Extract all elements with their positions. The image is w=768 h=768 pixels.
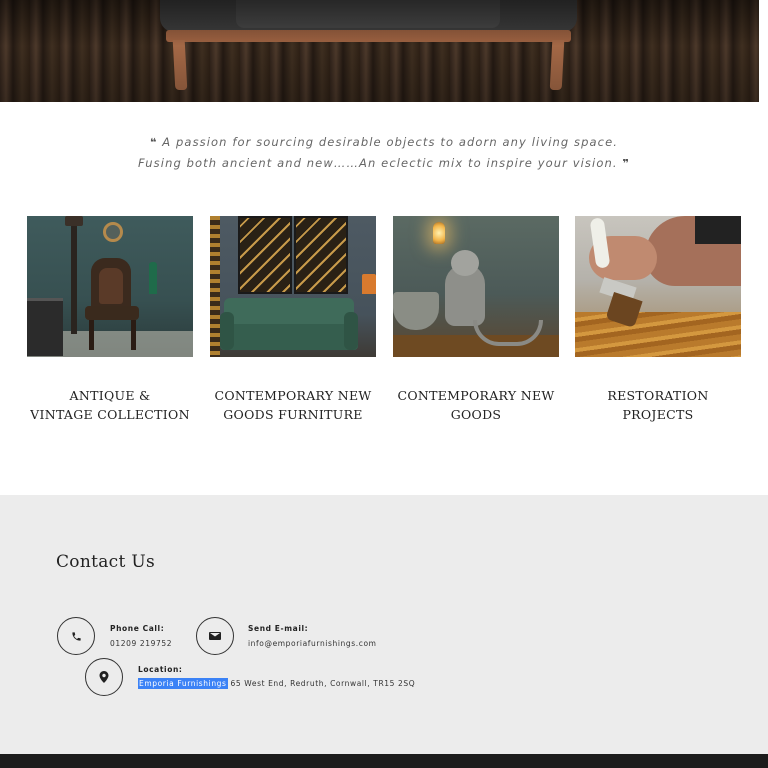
floor-shade <box>0 0 759 102</box>
category-title-line2[interactable]: GOODS FURNITURE <box>190 405 396 424</box>
category-title-line2[interactable]: VINTAGE COLLECTION <box>7 405 213 424</box>
hero-sofa-image <box>0 0 759 102</box>
address-text[interactable]: 65 West End, Redruth, Cornwall, TR15 2SQ <box>228 679 416 688</box>
antique-chair-image[interactable] <box>27 216 193 357</box>
close-quote-icon: ❞ <box>622 157 630 170</box>
category-title-line1[interactable]: CONTEMPORARY NEW <box>373 386 579 405</box>
location-label: Location: <box>138 665 183 674</box>
restoration-brush-image[interactable] <box>575 216 741 357</box>
phone-value[interactable]: 01209 219752 <box>110 639 172 648</box>
category-title-line1[interactable]: RESTORATION <box>555 386 761 405</box>
quote-text-1: A passion for sourcing desirable objects… <box>162 135 619 149</box>
quote-text-2: Fusing both ancient and new……An eclectic… <box>138 156 618 170</box>
category-title-line2[interactable]: PROJECTS <box>555 405 761 424</box>
category-title-line1[interactable]: ANTIQUE & <box>7 386 213 405</box>
location-value[interactable]: Emporia Furnishings 65 West End, Redruth… <box>138 678 416 689</box>
quote-line-2: Fusing both ancient and new……An eclectic… <box>0 153 768 174</box>
quote-line-1: ❝ A passion for sourcing desirable objec… <box>0 132 768 153</box>
category-title-line1[interactable]: CONTEMPORARY NEW <box>190 386 396 405</box>
category-card-contemporary-goods[interactable]: CONTEMPORARY NEW GOODS <box>393 216 559 422</box>
category-title[interactable]: ANTIQUE & VINTAGE COLLECTION <box>7 386 213 424</box>
category-title-line2[interactable]: GOODS <box>373 405 579 424</box>
open-quote-icon: ❝ <box>149 136 158 149</box>
category-title[interactable]: CONTEMPORARY NEW GOODS FURNITURE <box>190 386 396 424</box>
category-card-restoration[interactable]: RESTORATION PROJECTS <box>575 216 741 422</box>
category-card-contemporary-furniture[interactable]: CONTEMPORARY NEW GOODS FURNITURE <box>210 216 376 422</box>
envelope-icon[interactable] <box>196 617 234 655</box>
contact-section: Contact Us Phone Call: 01209 219752 Send… <box>0 495 768 754</box>
phone-label: Phone Call: <box>110 624 165 633</box>
tagline-quote: ❝ A passion for sourcing desirable objec… <box>0 132 768 174</box>
selected-text[interactable]: Emporia Furnishings <box>138 678 228 689</box>
email-value[interactable]: info@emporiafurnishings.com <box>248 639 377 648</box>
category-card-antique[interactable]: ANTIQUE & VINTAGE COLLECTION <box>27 216 193 422</box>
email-label: Send E-mail: <box>248 624 309 633</box>
category-title[interactable]: RESTORATION PROJECTS <box>555 386 761 424</box>
contact-title: Contact Us <box>56 552 155 572</box>
green-sofa-image[interactable] <box>210 216 376 357</box>
category-title[interactable]: CONTEMPORARY NEW GOODS <box>373 386 579 424</box>
monkey-lamp-image[interactable] <box>393 216 559 357</box>
map-pin-icon[interactable] <box>85 658 123 696</box>
footer-bar <box>0 754 768 768</box>
phone-icon[interactable] <box>57 617 95 655</box>
